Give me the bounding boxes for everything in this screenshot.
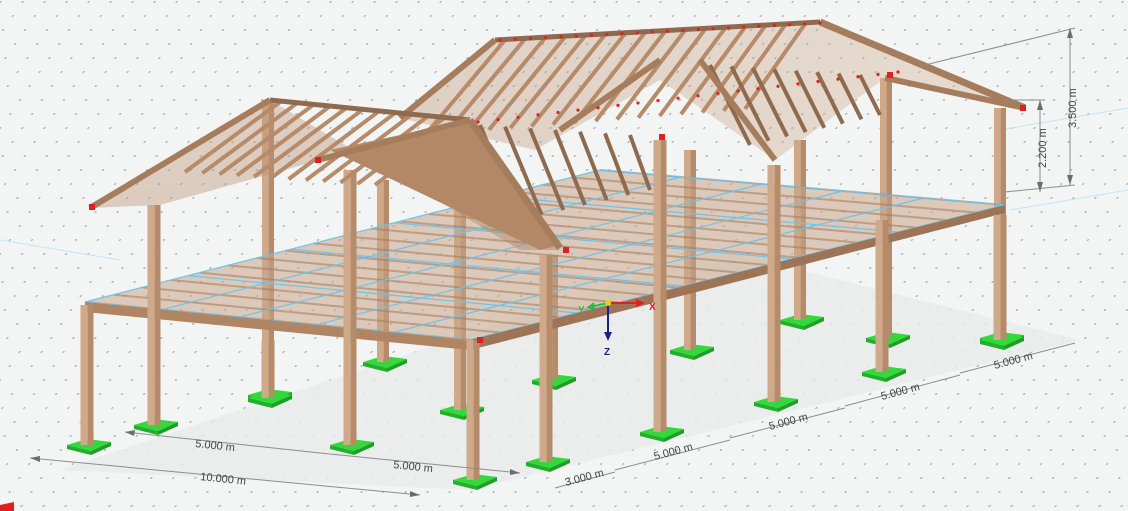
dim-roof-height-upper: 2.200 m bbox=[1037, 128, 1049, 168]
structure-3d-view[interactable]: 5.000 m 5.000 m 10.000 m 3.000 m 5.000 m… bbox=[0, 0, 1128, 511]
y-axis-label: Y bbox=[578, 305, 585, 316]
dim-roof-height-total: 3.500 m bbox=[1067, 88, 1079, 128]
model-viewport[interactable]: 5.000 m 5.000 m 10.000 m 3.000 m 5.000 m… bbox=[0, 0, 1128, 511]
x-axis-label: X bbox=[649, 302, 656, 313]
z-axis-label: Z bbox=[604, 347, 610, 358]
